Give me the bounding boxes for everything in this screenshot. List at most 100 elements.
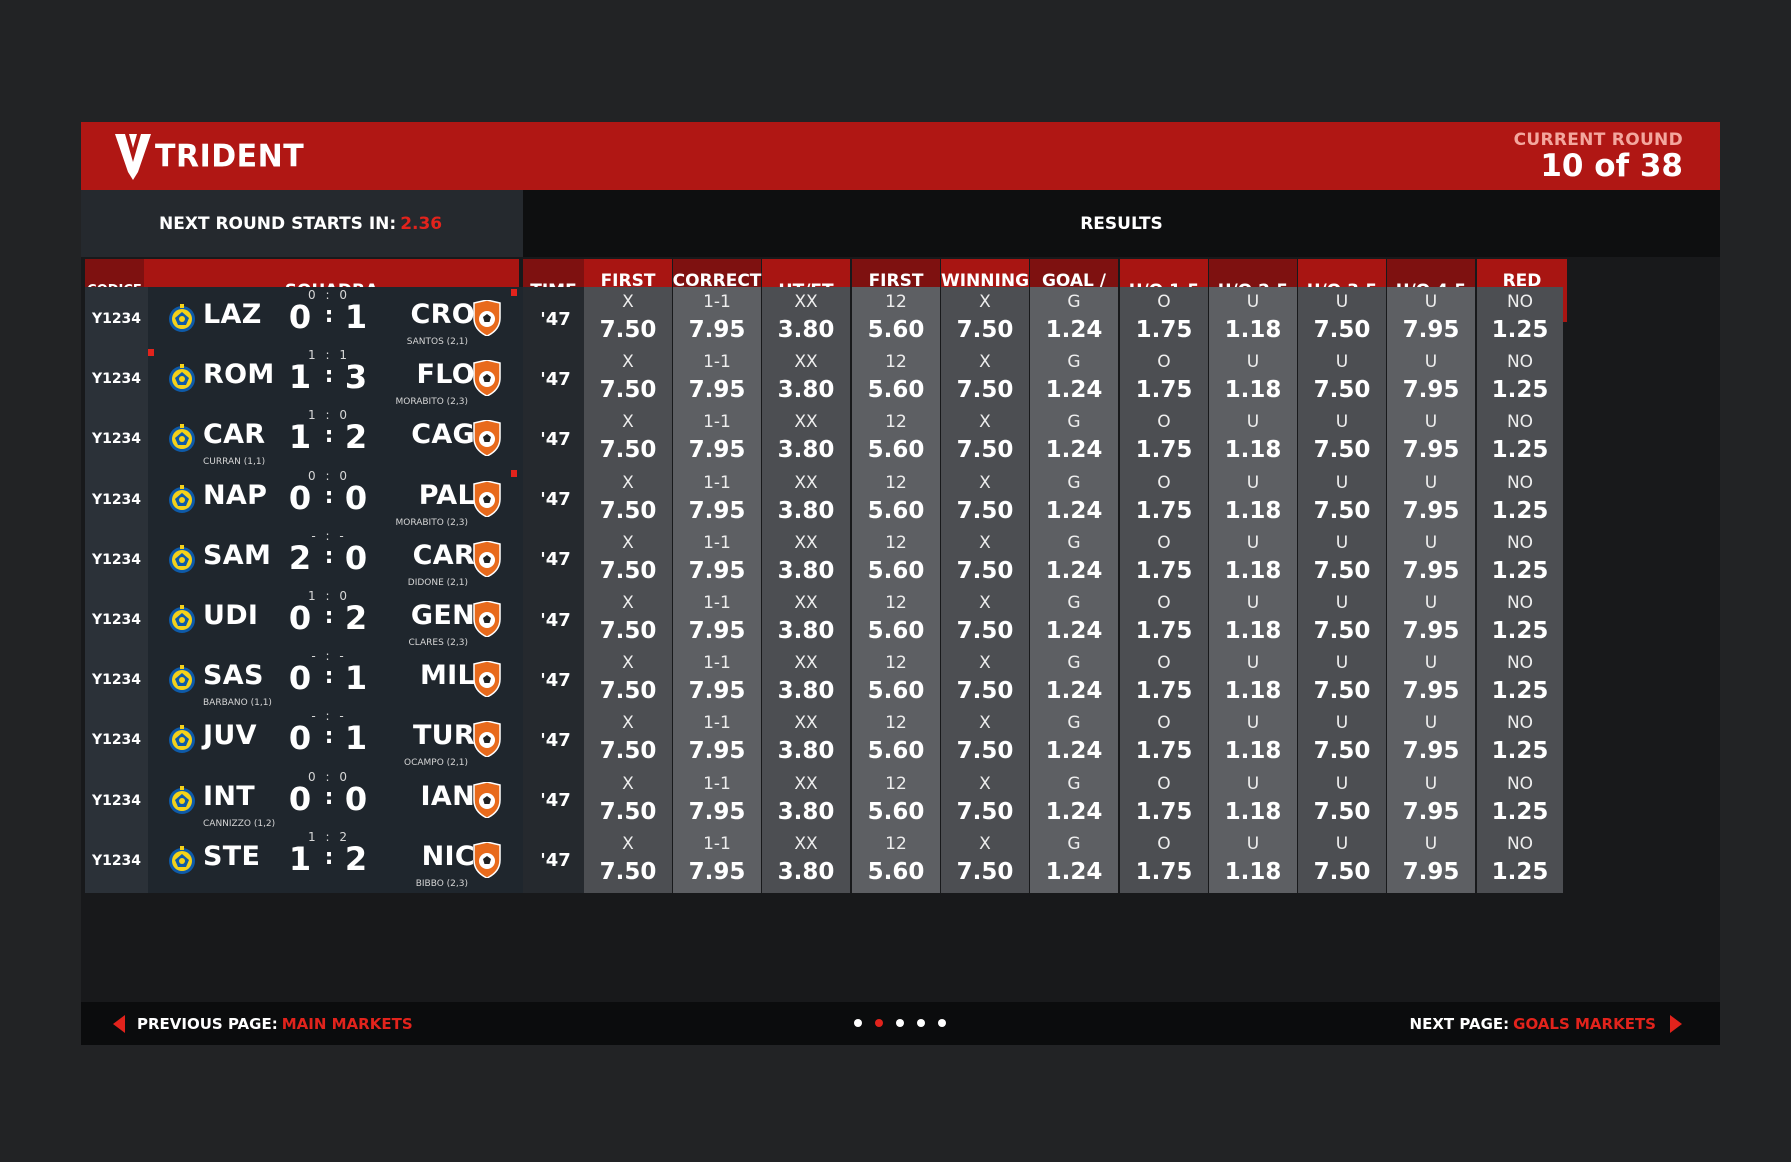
odds-cell[interactable]: XX 3.80 xyxy=(762,768,850,833)
odds-cell[interactable]: U 7.50 xyxy=(1298,648,1386,713)
odds-cell[interactable]: U 7.50 xyxy=(1298,347,1386,412)
page-dot[interactable] xyxy=(854,1019,862,1027)
odds-cell[interactable]: 1-1 7.95 xyxy=(673,467,761,532)
odds-cell[interactable]: O 1.75 xyxy=(1120,708,1208,773)
odds-cell[interactable]: O 1.75 xyxy=(1120,828,1208,893)
odds-cell[interactable]: 12 5.60 xyxy=(852,828,940,893)
odds-cell[interactable]: O 1.75 xyxy=(1120,588,1208,652)
odds-cell[interactable]: 12 5.60 xyxy=(852,768,940,833)
odds-cell[interactable]: G 1.24 xyxy=(1030,467,1118,532)
odds-cell[interactable]: 1-1 7.95 xyxy=(673,648,761,713)
odds-cell[interactable]: X 7.50 xyxy=(584,467,672,532)
odds-cell[interactable]: U 1.18 xyxy=(1209,467,1297,532)
odds-cell[interactable]: U 7.95 xyxy=(1387,588,1475,652)
odds-cell[interactable]: X 7.50 xyxy=(941,828,1029,893)
odds-cell[interactable]: X 7.50 xyxy=(941,527,1029,592)
odds-cell[interactable]: 12 5.60 xyxy=(852,407,940,472)
odds-cell[interactable]: 12 5.60 xyxy=(852,467,940,532)
odds-cell[interactable]: O 1.75 xyxy=(1120,287,1208,351)
odds-cell[interactable]: O 1.75 xyxy=(1120,527,1208,592)
page-dot[interactable] xyxy=(938,1019,946,1027)
odds-cell[interactable]: G 1.24 xyxy=(1030,407,1118,472)
odds-cell[interactable]: 1-1 7.95 xyxy=(673,768,761,833)
odds-cell[interactable]: U 1.18 xyxy=(1209,588,1297,652)
odds-cell[interactable]: U 7.50 xyxy=(1298,588,1386,652)
odds-cell[interactable]: 1-1 7.95 xyxy=(673,527,761,592)
odds-cell[interactable]: XX 3.80 xyxy=(762,347,850,412)
odds-cell[interactable]: NO 1.25 xyxy=(1477,287,1563,351)
odds-cell[interactable]: O 1.75 xyxy=(1120,407,1208,472)
odds-cell[interactable]: NO 1.25 xyxy=(1477,648,1563,713)
odds-cell[interactable]: G 1.24 xyxy=(1030,347,1118,412)
odds-cell[interactable]: XX 3.80 xyxy=(762,828,850,893)
odds-cell[interactable]: G 1.24 xyxy=(1030,828,1118,893)
odds-cell[interactable]: U 7.95 xyxy=(1387,467,1475,532)
odds-cell[interactable]: G 1.24 xyxy=(1030,287,1118,351)
odds-cell[interactable]: U 7.50 xyxy=(1298,467,1386,532)
odds-cell[interactable]: U 7.95 xyxy=(1387,708,1475,773)
odds-cell[interactable]: G 1.24 xyxy=(1030,768,1118,833)
odds-cell[interactable]: G 1.24 xyxy=(1030,527,1118,592)
odds-cell[interactable]: 1-1 7.95 xyxy=(673,287,761,351)
odds-cell[interactable]: X 7.50 xyxy=(584,828,672,893)
odds-cell[interactable]: XX 3.80 xyxy=(762,407,850,472)
odds-cell[interactable]: X 7.50 xyxy=(584,708,672,773)
odds-cell[interactable]: 12 5.60 xyxy=(852,287,940,351)
odds-cell[interactable]: 12 5.60 xyxy=(852,588,940,652)
odds-cell[interactable]: X 7.50 xyxy=(584,407,672,472)
odds-cell[interactable]: X 7.50 xyxy=(941,648,1029,713)
odds-cell[interactable]: XX 3.80 xyxy=(762,467,850,532)
odds-cell[interactable]: U 1.18 xyxy=(1209,287,1297,351)
odds-cell[interactable]: U 7.50 xyxy=(1298,768,1386,833)
odds-cell[interactable]: X 7.50 xyxy=(584,287,672,351)
odds-cell[interactable]: X 7.50 xyxy=(941,347,1029,412)
odds-cell[interactable]: NO 1.25 xyxy=(1477,467,1563,532)
odds-cell[interactable]: U 7.50 xyxy=(1298,708,1386,773)
odds-cell[interactable]: U 7.95 xyxy=(1387,768,1475,833)
odds-cell[interactable]: U 7.95 xyxy=(1387,648,1475,713)
odds-cell[interactable]: XX 3.80 xyxy=(762,287,850,351)
odds-cell[interactable]: G 1.24 xyxy=(1030,648,1118,713)
odds-cell[interactable]: 1-1 7.95 xyxy=(673,828,761,893)
odds-cell[interactable]: X 7.50 xyxy=(941,768,1029,833)
odds-cell[interactable]: XX 3.80 xyxy=(762,648,850,713)
odds-cell[interactable]: 1-1 7.95 xyxy=(673,347,761,412)
odds-cell[interactable]: X 7.50 xyxy=(584,768,672,833)
odds-cell[interactable]: XX 3.80 xyxy=(762,527,850,592)
odds-cell[interactable]: X 7.50 xyxy=(584,347,672,412)
odds-cell[interactable]: U 1.18 xyxy=(1209,828,1297,893)
odds-cell[interactable]: 1-1 7.95 xyxy=(673,708,761,773)
odds-cell[interactable]: O 1.75 xyxy=(1120,347,1208,412)
odds-cell[interactable]: U 1.18 xyxy=(1209,708,1297,773)
odds-cell[interactable]: X 7.50 xyxy=(941,588,1029,652)
odds-cell[interactable]: U 1.18 xyxy=(1209,648,1297,713)
odds-cell[interactable]: 12 5.60 xyxy=(852,527,940,592)
odds-cell[interactable]: NO 1.25 xyxy=(1477,347,1563,412)
odds-cell[interactable]: U 7.95 xyxy=(1387,287,1475,351)
odds-cell[interactable]: 12 5.60 xyxy=(852,708,940,773)
odds-cell[interactable]: U 1.18 xyxy=(1209,768,1297,833)
odds-cell[interactable]: XX 3.80 xyxy=(762,588,850,652)
odds-cell[interactable]: X 7.50 xyxy=(584,527,672,592)
odds-cell[interactable]: 12 5.60 xyxy=(852,347,940,412)
previous-page-link[interactable]: PREVIOUS PAGE: MAIN MARKETS xyxy=(113,1015,413,1033)
odds-cell[interactable]: O 1.75 xyxy=(1120,648,1208,713)
odds-cell[interactable]: NO 1.25 xyxy=(1477,407,1563,472)
odds-cell[interactable]: U 7.50 xyxy=(1298,828,1386,893)
odds-cell[interactable]: U 7.95 xyxy=(1387,828,1475,893)
odds-cell[interactable]: O 1.75 xyxy=(1120,467,1208,532)
odds-cell[interactable]: XX 3.80 xyxy=(762,708,850,773)
odds-cell[interactable]: X 7.50 xyxy=(941,708,1029,773)
odds-cell[interactable]: X 7.50 xyxy=(941,467,1029,532)
odds-cell[interactable]: 12 5.60 xyxy=(852,648,940,713)
odds-cell[interactable]: NO 1.25 xyxy=(1477,527,1563,592)
page-dot[interactable] xyxy=(896,1019,904,1027)
odds-cell[interactable]: NO 1.25 xyxy=(1477,588,1563,652)
odds-cell[interactable]: U 1.18 xyxy=(1209,527,1297,592)
odds-cell[interactable]: U 7.50 xyxy=(1298,407,1386,472)
odds-cell[interactable]: X 7.50 xyxy=(941,407,1029,472)
odds-cell[interactable]: U 7.50 xyxy=(1298,287,1386,351)
odds-cell[interactable]: 1-1 7.95 xyxy=(673,407,761,472)
odds-cell[interactable]: NO 1.25 xyxy=(1477,828,1563,893)
odds-cell[interactable]: U 1.18 xyxy=(1209,347,1297,412)
